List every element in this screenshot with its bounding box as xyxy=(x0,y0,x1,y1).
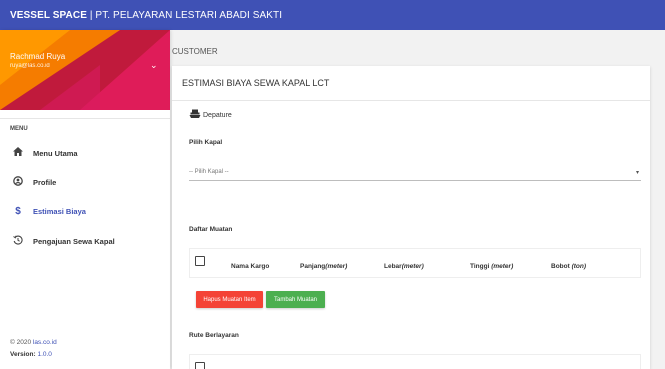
user-name: Rachmad Ruya xyxy=(10,52,66,61)
account-icon xyxy=(12,175,24,189)
rute-select-all-checkbox[interactable] xyxy=(195,362,205,369)
rute-table-header xyxy=(189,354,641,369)
sidebar-item-profile[interactable]: Profile xyxy=(0,171,170,193)
sidebar-item-estimasi-biaya[interactable]: $ Estimasi Biaya xyxy=(0,200,170,222)
pilih-kapal-label: Pilih Kapal xyxy=(189,139,223,146)
sidebar-item-label: Profile xyxy=(33,177,57,187)
home-icon xyxy=(12,147,24,159)
ship-icon xyxy=(189,109,201,119)
user-email: ruya@las.co.id xyxy=(10,63,50,69)
footer-version: Version: 1.0.0 xyxy=(10,351,52,358)
select-all-checkbox[interactable] xyxy=(195,256,205,266)
column-header-tinggi: Tinggi (meter) xyxy=(470,263,514,270)
column-header-lebar: Lebar(meter) xyxy=(384,263,424,270)
departure-section-header: Depature xyxy=(189,109,232,119)
hapus-muatan-button[interactable]: Hapus Muatan Item xyxy=(196,291,263,308)
copyright-text: © 2020 xyxy=(10,339,32,346)
copyright-link[interactable]: las.co.id xyxy=(33,339,57,346)
company-name: | PT. PELAYARAN LESTARI ABADI SAKTI xyxy=(89,9,283,21)
menu-heading: MENU xyxy=(10,126,28,132)
version-number: 1.0.0 xyxy=(37,351,52,358)
breadcrumb: CUSTOMER xyxy=(172,47,218,56)
muatan-table-header: Nama Kargo Panjang(meter) Lebar(meter) T… xyxy=(189,248,641,278)
tambah-muatan-button[interactable]: Tambah Muatan xyxy=(266,291,325,308)
sidebar-item-pengajuan-sewa-kapal[interactable]: Pengajuan Sewa Kapal xyxy=(0,230,170,252)
footer-copyright: © 2020 las.co.id xyxy=(10,339,57,346)
dropdown-arrow-icon: ▾ xyxy=(635,170,639,176)
departure-label: Depature xyxy=(203,112,232,119)
top-app-bar: VESSEL SPACE | PT. PELAYARAN LESTARI ABA… xyxy=(0,0,665,30)
menu-divider xyxy=(0,118,170,119)
sidebar-item-label: Menu Utama xyxy=(33,148,78,158)
page-title: ESTIMASI BIAYA SEWA KAPAL LCT xyxy=(182,78,330,88)
user-profile-panel: Rachmad Ruya ruya@las.co.id ⌄ xyxy=(0,30,170,110)
pilih-kapal-select[interactable]: -- Pilih Kapal -- ▾ xyxy=(189,165,641,181)
sidebar-item-menu-utama[interactable]: Menu Utama xyxy=(0,142,170,164)
estimation-card: ESTIMASI BIAYA SEWA KAPAL LCT Depature P… xyxy=(172,66,650,369)
sidebar: Rachmad Ruya ruya@las.co.id ⌄ MENU Menu … xyxy=(0,30,170,369)
column-header-nama-kargo: Nama Kargo xyxy=(231,263,270,270)
history-icon xyxy=(12,235,24,248)
column-header-bobot: Bobot (ton) xyxy=(551,263,587,270)
chevron-down-icon[interactable]: ⌄ xyxy=(150,60,158,71)
rute-berlayaran-label: Rute Berlayaran xyxy=(189,332,239,339)
sidebar-item-label: Estimasi Biaya xyxy=(33,206,86,216)
card-divider xyxy=(172,100,650,101)
sidebar-item-label: Pengajuan Sewa Kapal xyxy=(33,236,115,246)
pilih-kapal-value: -- Pilih Kapal -- xyxy=(189,169,229,175)
brand-name[interactable]: VESSEL SPACE xyxy=(10,10,87,21)
daftar-muatan-label: Daftar Muatan xyxy=(189,226,233,233)
dollar-icon: $ xyxy=(15,205,21,217)
column-header-panjang: Panjang(meter) xyxy=(300,263,348,270)
version-label: Version: xyxy=(10,351,36,358)
